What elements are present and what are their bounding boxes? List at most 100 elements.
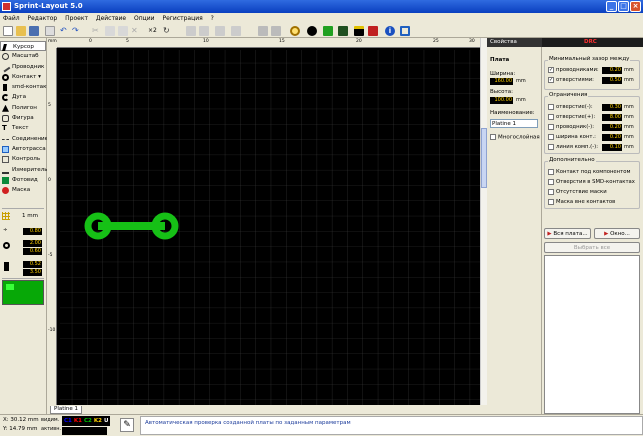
tool-polygon[interactable]: Полигон	[0, 103, 46, 113]
photoview-icon[interactable]	[307, 26, 317, 36]
components-icon[interactable]	[338, 26, 348, 36]
limit-row[interactable]: проводник(-):	[548, 123, 594, 131]
smd-size[interactable]: 0.52 3.50	[2, 260, 42, 276]
tool-check[interactable]: Контроль	[0, 154, 46, 164]
track-width[interactable]: ÷ 0.80	[2, 227, 42, 236]
layer-selector[interactable]: C1 K1 C2 K2 U	[62, 416, 111, 426]
copy-icon[interactable]	[105, 26, 115, 36]
limit-row[interactable]: отверстие(+):	[548, 113, 595, 121]
layer-c1[interactable]: C1	[63, 417, 73, 425]
unlock-icon[interactable]	[271, 26, 281, 36]
mirror-v-icon[interactable]	[199, 26, 209, 36]
delete-icon[interactable]: ✕	[131, 26, 141, 36]
component-preview[interactable]	[2, 280, 44, 305]
gap-holes-field[interactable]: 0.50	[602, 77, 622, 84]
limit-field[interactable]: 0.20	[602, 124, 622, 131]
macro-icon[interactable]	[368, 26, 378, 36]
name-field[interactable]: Platine 1	[490, 119, 538, 128]
cut-icon[interactable]: ✂	[92, 26, 102, 36]
width-field[interactable]: 160.00	[490, 78, 513, 85]
menu-options[interactable]: Опции	[134, 15, 155, 22]
tool-cursor[interactable]: Курсор	[0, 41, 46, 52]
tool-autoroute[interactable]: Автотрасса	[0, 144, 46, 154]
pad-icon	[2, 73, 9, 81]
menu-edit[interactable]: Редактор	[28, 15, 58, 22]
group-icon[interactable]	[231, 26, 241, 36]
limit-field[interactable]: 0.30	[602, 104, 622, 111]
chip-icon[interactable]	[354, 26, 364, 36]
menu-project[interactable]: Проект	[65, 15, 88, 22]
tool-mask[interactable]: Маска	[0, 185, 46, 195]
vertical-scrollbar[interactable]	[480, 38, 487, 405]
gap-tracks-row[interactable]: ✓ проводниками:	[548, 66, 599, 74]
tool-photoview[interactable]: Фотовид	[0, 175, 46, 185]
drc-results-list[interactable]	[544, 255, 640, 414]
menu-help[interactable]: ?	[211, 15, 214, 22]
check-window-button[interactable]: ▶ Окно...	[594, 228, 640, 239]
duplicate-icon[interactable]: ×2	[148, 26, 158, 36]
gap-holes-row[interactable]: ✓ отверстиями:	[548, 76, 594, 84]
maximize-button[interactable]: □	[618, 1, 629, 12]
tool-pad[interactable]: Контакт ▾	[0, 72, 46, 82]
pad-size[interactable]: 2.00 0.60	[2, 239, 42, 255]
drc-icon[interactable]	[323, 26, 333, 36]
tool-text[interactable]: T Текст	[0, 123, 46, 133]
extra-row[interactable]: Отсутствие маски	[548, 188, 607, 196]
smd-size-icon	[4, 262, 9, 271]
gap-tracks-field[interactable]: 0.20	[602, 67, 622, 74]
layer-c2[interactable]: C2	[83, 417, 93, 425]
limit-row[interactable]: ширина конт.:	[548, 133, 596, 141]
new-icon[interactable]	[3, 26, 13, 36]
paste-icon[interactable]	[118, 26, 128, 36]
limit-field[interactable]: 0.10	[602, 144, 622, 151]
active-layer-indicator[interactable]	[62, 427, 107, 435]
check-all-board-button[interactable]: ▶ Вся плата...	[544, 228, 591, 239]
extra-row[interactable]: Контакт под компонентом	[548, 168, 630, 176]
tool-figure[interactable]: Фигура	[0, 113, 46, 123]
open-icon[interactable]	[16, 26, 26, 36]
tool-measure[interactable]: Измеритель	[0, 165, 48, 175]
horizontal-scrollbar[interactable]	[47, 405, 487, 413]
undo-icon[interactable]: ↶	[60, 26, 70, 36]
multilayer-checkbox[interactable]: Многослойная	[490, 134, 540, 141]
save-icon[interactable]	[29, 26, 39, 36]
height-field[interactable]: 100.00	[490, 97, 513, 104]
lock-icon[interactable]	[258, 26, 268, 36]
tool-smd-pad[interactable]: smd-контакт	[0, 82, 50, 92]
select-all-button[interactable]: Выбрать все	[544, 242, 640, 253]
limit-field[interactable]: 8.00	[602, 114, 622, 121]
layer-k2[interactable]: K2	[93, 417, 103, 425]
limit-row[interactable]: линия комп.(-):	[548, 143, 598, 151]
limit-field[interactable]: 0.20	[602, 134, 622, 141]
info-icon[interactable]: i	[385, 26, 395, 36]
menu-file[interactable]: Файл	[3, 15, 20, 22]
measure-icon	[2, 167, 9, 174]
grid-setting[interactable]: 1 mm	[2, 212, 42, 221]
extra-row[interactable]: Маска вне контактов	[548, 198, 615, 206]
layer-k1[interactable]: K1	[73, 417, 83, 425]
minimize-button[interactable]: _	[606, 1, 617, 12]
tool-connection[interactable]: Соединение	[0, 134, 48, 144]
tab-platine-1[interactable]: Platine 1	[50, 406, 83, 414]
align-icon[interactable]	[215, 26, 225, 36]
zoom-icon[interactable]	[290, 26, 300, 36]
redo-icon[interactable]: ↷	[72, 26, 82, 36]
tool-arc[interactable]: Дуга	[0, 92, 46, 102]
width-label: Ширина:	[490, 71, 516, 77]
print-icon[interactable]	[45, 26, 55, 36]
window-title: Sprint-Layout 5.0	[14, 2, 83, 10]
layer-u[interactable]: U	[103, 417, 109, 425]
select-area-icon[interactable]	[400, 26, 410, 36]
figure-icon	[2, 115, 9, 123]
tool-track[interactable]: Проводник	[0, 62, 46, 72]
rotate-icon[interactable]: ↻	[163, 26, 173, 36]
mirror-h-icon[interactable]	[186, 26, 196, 36]
extra-row[interactable]: Отверстия в SMD-контактах	[548, 178, 635, 186]
tool-zoom[interactable]: Масштаб	[0, 51, 46, 61]
menu-register[interactable]: Регистрация	[162, 15, 202, 22]
board-canvas[interactable]	[57, 48, 480, 405]
text-icon: T	[2, 124, 7, 133]
limit-row[interactable]: отверстие(-):	[548, 103, 593, 111]
menu-action[interactable]: Действие	[96, 15, 126, 22]
close-button[interactable]: ×	[630, 1, 641, 12]
